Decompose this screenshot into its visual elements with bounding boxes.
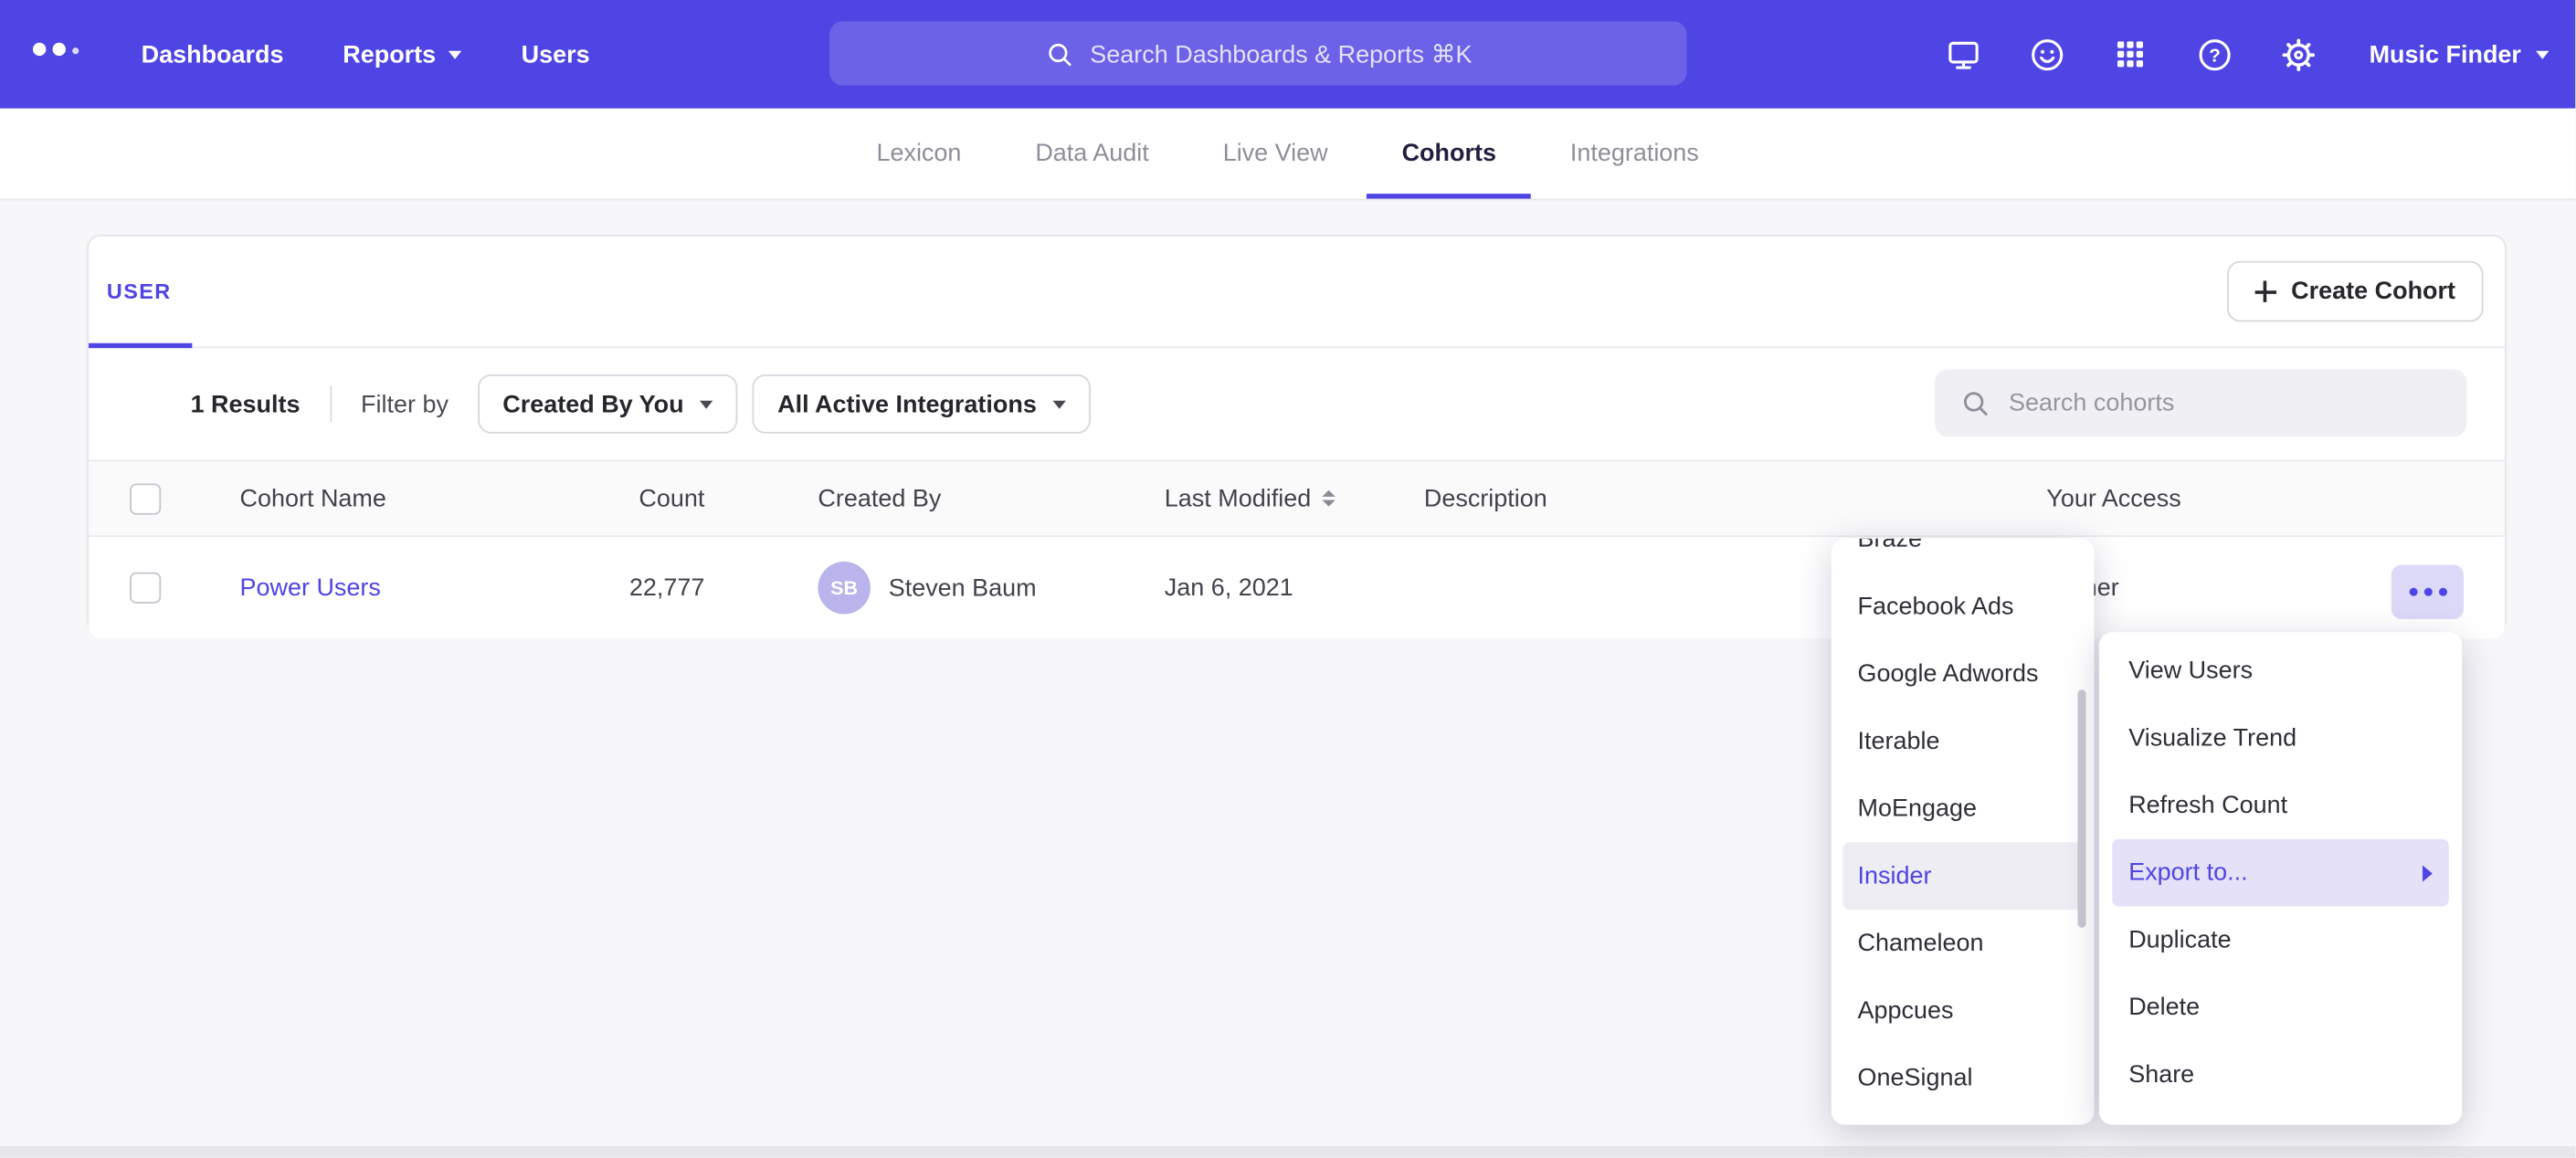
row-actions-button[interactable] [2391, 565, 2464, 619]
submenu-item-google-adwords[interactable]: Google Adwords [1832, 640, 2095, 708]
column-created-by[interactable]: Created By [818, 484, 941, 512]
section-tabs: Lexicon Data Audit Live View Cohorts Int… [0, 109, 2575, 201]
bottom-edge [0, 1146, 2575, 1158]
primary-nav: Dashboards Reports Users [142, 0, 590, 109]
created-by-name: Steven Baum [889, 574, 1037, 602]
chevron-down-icon [449, 50, 462, 58]
table-row: Power Users 22,777 SB Steven Baum Jan 6,… [89, 537, 2505, 638]
column-count[interactable]: Count [549, 484, 705, 512]
apps-grid-icon[interactable] [2111, 35, 2150, 74]
created-by-filter[interactable]: Created By You [478, 374, 738, 434]
top-nav: Dashboards Reports Users Search Dashboar… [0, 0, 2575, 109]
column-your-access[interactable]: Your Access [2046, 484, 2180, 512]
chevron-down-icon [701, 400, 713, 408]
menu-item-visualize-trend[interactable]: Visualize Trend [2099, 704, 2462, 772]
menu-item-view-users[interactable]: View Users [2099, 637, 2462, 705]
project-switcher[interactable]: Music Finder [2370, 40, 2550, 68]
submenu-item-insider[interactable]: Insider [1842, 842, 2083, 910]
tab-cohorts[interactable]: Cohorts [1402, 109, 1496, 199]
nav-dashboards-label: Dashboards [142, 40, 284, 68]
search-icon [1044, 38, 1073, 68]
row-context-menu: View Users Visualize Trend Refresh Count… [2099, 632, 2462, 1124]
divider [330, 386, 332, 423]
submenu-item-onesignal[interactable]: OneSignal [1832, 1045, 2095, 1112]
cohort-search-placeholder: Search cohorts [2009, 389, 2174, 417]
filter-by-label: Filter by [361, 390, 449, 418]
tab-data-audit[interactable]: Data Audit [1035, 109, 1148, 199]
feedback-icon[interactable] [2028, 35, 2067, 74]
cohort-name-link[interactable]: Power Users [240, 574, 381, 602]
logo-dot [72, 47, 79, 54]
create-cohort-label: Create Cohort [2291, 278, 2455, 306]
select-all-checkbox[interactable] [130, 483, 161, 514]
integrations-filter[interactable]: All Active Integrations [753, 374, 1091, 434]
nav-users[interactable]: Users [522, 40, 590, 68]
nav-utilities: ? Music Finder [1944, 0, 2550, 109]
menu-item-share[interactable]: Share [2099, 1041, 2462, 1109]
dot [2409, 588, 2417, 596]
last-modified-cell: Jan 6, 2021 [1165, 574, 1293, 602]
project-name: Music Finder [2370, 40, 2521, 68]
table-header: Cohort Name Count Created By Last Modifi… [89, 459, 2505, 537]
tab-user[interactable]: USER [107, 279, 172, 304]
cohort-search-input[interactable]: Search cohorts [1935, 370, 2467, 437]
sort-icon[interactable] [1323, 490, 1336, 507]
nav-dashboards[interactable]: Dashboards [142, 40, 284, 68]
created-by-cell: SB Steven Baum [818, 562, 1036, 615]
results-count: 1 Results [191, 390, 301, 418]
settings-gear-icon[interactable] [2279, 35, 2318, 74]
submenu-item-appcues[interactable]: Appcues [1832, 977, 2095, 1045]
logo-dots[interactable] [33, 43, 79, 56]
column-cohort-name[interactable]: Cohort Name [240, 484, 386, 512]
column-description[interactable]: Description [1424, 484, 1547, 512]
scrollbar-thumb[interactable] [2077, 690, 2085, 928]
cohorts-card: USER Create Cohort 1 Results Filter by C… [87, 235, 2506, 632]
avatar: SB [818, 562, 871, 615]
svg-text:?: ? [2209, 45, 2221, 66]
submenu-item-iterable[interactable]: Iterable [1832, 708, 2095, 775]
menu-item-delete[interactable]: Delete [2099, 974, 2462, 1041]
export-submenu-list: Braze Facebook Ads Google Adwords Iterab… [1832, 539, 2095, 1112]
create-cohort-button[interactable]: Create Cohort [2227, 261, 2484, 322]
tab-lexicon[interactable]: Lexicon [876, 109, 961, 199]
dot [2423, 588, 2432, 596]
nav-reports[interactable]: Reports [343, 40, 462, 68]
tab-integrations[interactable]: Integrations [1570, 109, 1699, 199]
export-submenu: Braze Facebook Ads Google Adwords Iterab… [1832, 539, 2095, 1125]
submenu-arrow-icon [2423, 865, 2433, 881]
cohort-type-tabs: USER Create Cohort [89, 237, 2505, 348]
app-window: Dashboards Reports Users Search Dashboar… [0, 0, 2575, 1158]
chevron-down-icon [2536, 50, 2549, 58]
plus-icon [2255, 280, 2276, 301]
submenu-item-braze[interactable]: Braze [1832, 539, 2095, 574]
menu-item-refresh-count[interactable]: Refresh Count [2099, 772, 2462, 839]
search-icon [1959, 387, 1990, 418]
nav-users-label: Users [522, 40, 590, 68]
help-icon[interactable]: ? [2195, 35, 2234, 74]
row-checkbox[interactable] [130, 573, 161, 604]
global-search-placeholder: Search Dashboards & Reports ⌘K [1090, 38, 1472, 68]
submenu-item-chameleon[interactable]: Chameleon [1832, 910, 2095, 977]
menu-item-duplicate[interactable]: Duplicate [2099, 906, 2462, 974]
menu-item-export-to[interactable]: Export to... [2112, 839, 2449, 907]
logo-dot [33, 43, 46, 56]
filter-toolbar: 1 Results Filter by Created By You All A… [89, 348, 2505, 459]
submenu-item-moengage[interactable]: MoEngage [1832, 775, 2095, 843]
global-search-input[interactable]: Search Dashboards & Reports ⌘K [829, 21, 1687, 85]
tab-live-view[interactable]: Live View [1223, 109, 1328, 199]
data-management-icon[interactable] [1944, 35, 1983, 74]
chevron-down-icon [1053, 400, 1066, 408]
column-last-modified[interactable]: Last Modified [1165, 484, 1336, 512]
cohort-count: 22,777 [549, 574, 705, 602]
nav-reports-label: Reports [343, 40, 436, 68]
logo-dot [53, 43, 66, 56]
submenu-item-facebook-ads[interactable]: Facebook Ads [1832, 574, 2095, 641]
dot [2438, 588, 2446, 596]
